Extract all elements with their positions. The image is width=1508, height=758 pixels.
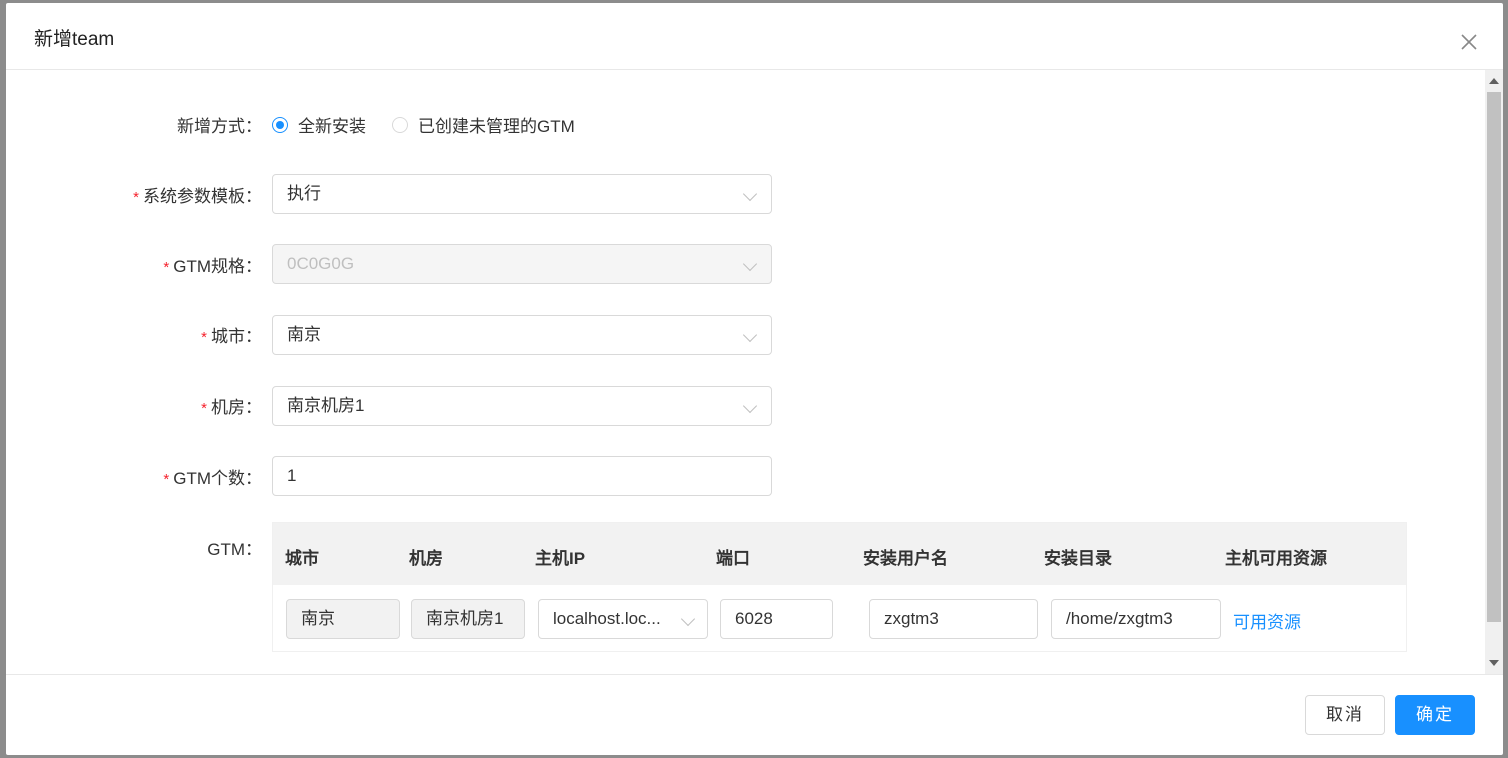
gtm-count-input[interactable]: 1 xyxy=(272,456,772,496)
gtm-spec-select: 0C0G0G xyxy=(272,244,772,284)
cancel-button[interactable]: 取消 xyxy=(1305,695,1385,735)
scroll-down-icon[interactable] xyxy=(1489,660,1499,666)
dialog-title: 新增team xyxy=(34,29,115,50)
mode-label: 新增方式： xyxy=(177,117,262,136)
gtm-table-label: GTM： xyxy=(207,540,262,559)
required-mark: * xyxy=(201,400,207,417)
row-port-input[interactable]: 6028 xyxy=(720,599,833,639)
radio-new-install[interactable]: 全新安装 xyxy=(272,112,366,137)
scrollbar-thumb[interactable] xyxy=(1487,92,1501,622)
dialog-body: 新增方式： 全新安装 已创建未管理的GTM * 系统参数模板： 执行 * GTM规格… xyxy=(6,70,1485,674)
add-team-dialog: 新增team 新增方式： 全新安装 已创建未管理的GTM * 系统参数模板： 执行… xyxy=(6,3,1503,755)
confirm-button[interactable]: 确定 xyxy=(1395,695,1475,735)
room-value: 南京机房1 xyxy=(287,396,365,415)
row-dir-input[interactable]: /home/zxgtm3 xyxy=(1051,599,1221,639)
radio-checked-icon[interactable] xyxy=(272,116,288,133)
vertical-scrollbar[interactable] xyxy=(1485,70,1503,674)
required-mark: * xyxy=(201,329,207,346)
row-city-field: 南京 xyxy=(286,599,400,639)
scroll-up-icon[interactable] xyxy=(1489,78,1499,84)
gtm-table: 城市 机房 主机IP 端口 安装用户名 安装目录 主机可用资源 南京 南京机房1… xyxy=(272,522,1407,652)
gtm-count-label: * GTM个数： xyxy=(163,469,262,488)
column-header-port: 端口 xyxy=(716,549,750,568)
radio-new-install-label: 全新安装 xyxy=(298,117,366,136)
template-value: 执行 xyxy=(287,184,321,203)
dialog-header: 新增team xyxy=(6,3,1503,70)
column-header-room: 机房 xyxy=(409,549,443,568)
radio-existing-gtm-label: 已创建未管理的GTM xyxy=(418,117,575,136)
column-header-city: 城市 xyxy=(285,549,319,568)
column-header-resource: 主机可用资源 xyxy=(1225,549,1327,568)
chevron-down-icon xyxy=(742,327,758,343)
gtm-spec-value: 0C0G0G xyxy=(287,254,355,273)
column-header-dir: 安装目录 xyxy=(1044,549,1112,568)
chevron-down-icon xyxy=(680,611,696,627)
column-header-host-ip: 主机IP xyxy=(535,549,586,568)
table-row: 南京 南京机房1 localhost.loc... 6028 zxgtm3 /h… xyxy=(273,585,1406,651)
row-room-field: 南京机房1 xyxy=(411,599,525,639)
template-label: * 系统参数模板： xyxy=(133,187,262,206)
required-mark: * xyxy=(133,189,139,206)
host-ip-value: localhost.loc... xyxy=(553,609,661,628)
city-select[interactable]: 南京 xyxy=(272,315,772,355)
available-resource-link[interactable]: 可用资源 xyxy=(1233,608,1301,633)
required-mark: * xyxy=(163,471,170,488)
room-label: * 机房： xyxy=(201,398,262,417)
city-value: 南京 xyxy=(287,325,321,344)
close-icon[interactable] xyxy=(1458,31,1480,53)
column-header-user: 安装用户名 xyxy=(863,549,948,568)
radio-existing-gtm[interactable]: 已创建未管理的GTM xyxy=(392,112,575,137)
dialog-footer: 取消 确定 xyxy=(6,674,1503,755)
row-host-ip-select[interactable]: localhost.loc... xyxy=(538,599,708,639)
template-select[interactable]: 执行 xyxy=(272,174,772,214)
table-header: 城市 机房 主机IP 端口 安装用户名 安装目录 主机可用资源 xyxy=(273,523,1406,585)
radio-unchecked-icon[interactable] xyxy=(392,116,408,133)
chevron-down-icon xyxy=(742,398,758,414)
chevron-down-icon xyxy=(742,186,758,202)
room-select[interactable]: 南京机房1 xyxy=(272,386,772,426)
required-mark: * xyxy=(163,259,170,276)
row-user-input[interactable]: zxgtm3 xyxy=(869,599,1038,639)
city-label: * 城市： xyxy=(201,327,262,346)
gtm-spec-label: * GTM规格： xyxy=(163,257,262,276)
chevron-down-icon xyxy=(742,256,758,272)
